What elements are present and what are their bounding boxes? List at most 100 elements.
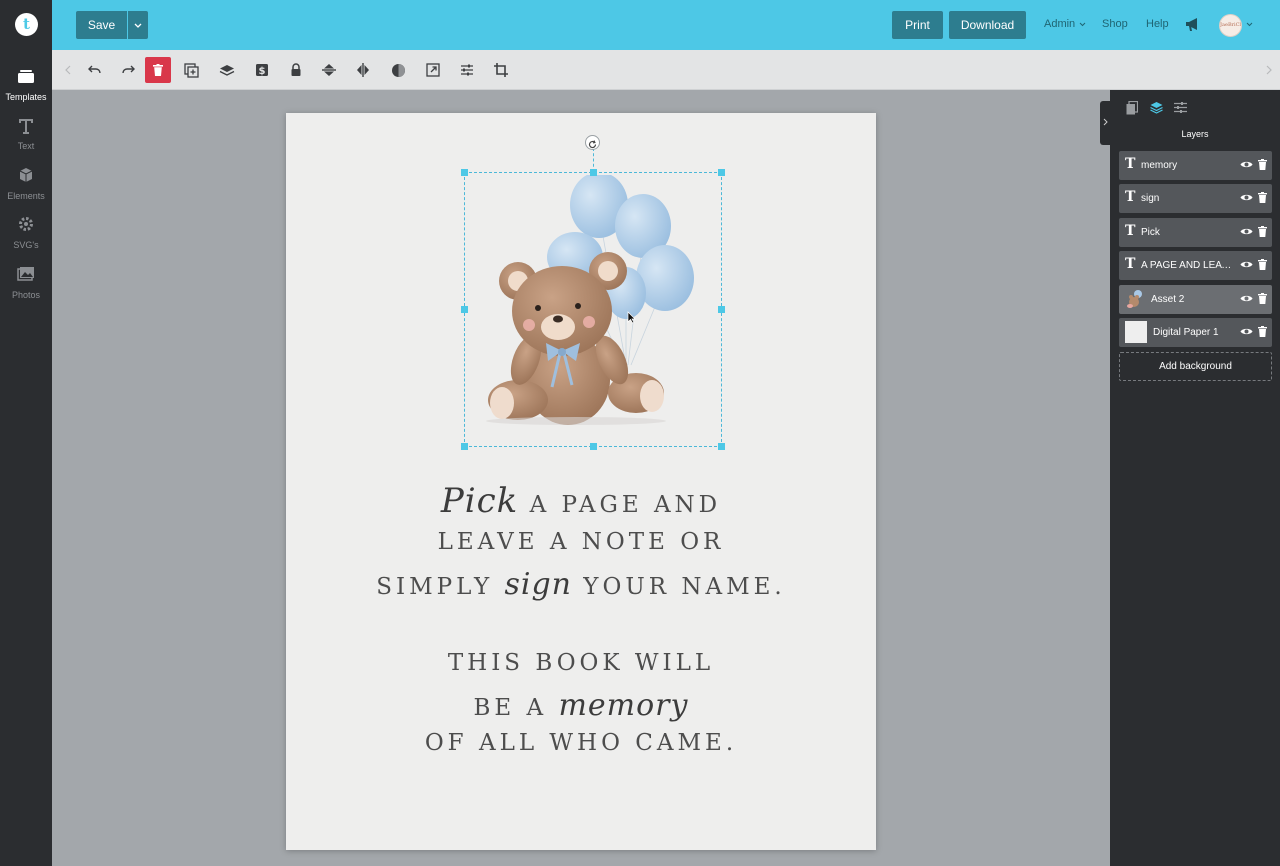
trash-icon[interactable] [1258,326,1267,337]
canvas-line-5[interactable]: BE A memory [286,688,876,723]
price-tag-icon[interactable]: $ [251,59,273,81]
redo-icon[interactable] [117,59,139,81]
resize-icon[interactable] [422,59,444,81]
rail-item-templates[interactable]: Templates [0,62,52,108]
duplicate-icon[interactable] [180,59,202,81]
layer-name: Digital Paper 1 [1153,327,1219,338]
layer-row[interactable]: T sign [1119,184,1272,213]
line-1-text: A PAGE AND [529,492,722,518]
pages-icon[interactable] [1126,101,1138,115]
rail-label: Elements [7,191,45,201]
adjust-icon[interactable] [456,59,478,81]
gear-icon [0,216,52,238]
trash-icon[interactable] [1258,293,1267,304]
rail-item-photos[interactable]: Photos [0,260,52,306]
visibility-eye-icon[interactable] [1240,193,1253,202]
collapse-panel-tab[interactable] [1100,101,1110,145]
mouse-cursor-icon [627,311,636,324]
shop-link[interactable]: Shop [1102,18,1128,30]
visibility-eye-icon[interactable] [1240,327,1253,336]
canvas-line-2[interactable]: LEAVE A NOTE OR [286,529,876,555]
layer-row[interactable]: T memory [1119,151,1272,180]
resize-handle-sw[interactable] [461,443,468,450]
resize-handle-n[interactable] [590,169,597,176]
avatar[interactable]: JaeBriClore [1219,14,1242,37]
photos-icon [0,266,52,288]
flip-horizontal-icon[interactable] [352,59,374,81]
app-logo[interactable]: t [15,13,38,36]
scroll-left-icon[interactable] [57,59,79,81]
trash-icon[interactable] [1258,159,1267,170]
chevron-down-icon [1079,22,1086,27]
download-button[interactable]: Download [949,11,1026,39]
rail-label: SVG's [13,240,39,250]
visibility-eye-icon[interactable] [1240,160,1253,169]
resize-handle-nw[interactable] [461,169,468,176]
selection-box[interactable] [464,172,722,447]
chevron-down-icon [1246,22,1253,27]
visibility-eye-icon[interactable] [1240,227,1253,236]
rotate-handle-icon[interactable] [585,135,600,150]
layer-row-selected[interactable]: Asset 2 [1119,285,1272,314]
layers-icon[interactable] [1150,101,1163,114]
layer-name: A PAGE AND LEAVE A NOTE OR SIMPLY [1141,260,1233,271]
layer-name: sign [1141,193,1160,204]
save-button[interactable]: Save [76,11,127,39]
opacity-icon[interactable] [387,59,409,81]
scroll-right-icon[interactable] [1258,59,1280,81]
lock-icon[interactable] [285,59,307,81]
delete-icon[interactable] [145,57,171,83]
flip-vertical-icon[interactable] [318,59,340,81]
text-layer-icon: T [1125,223,1136,239]
rail-item-elements[interactable]: Elements [0,161,52,207]
panel-title: Layers [1181,129,1209,139]
visibility-eye-icon[interactable] [1240,260,1253,269]
text-icon [0,117,52,139]
layer-row[interactable]: T Pick [1119,218,1272,247]
cube-icon [0,167,52,189]
help-link[interactable]: Help [1146,18,1169,30]
chevron-right-icon [1103,118,1108,126]
resize-handle-w[interactable] [461,306,468,313]
admin-menu[interactable]: Admin [1044,18,1075,30]
trash-icon[interactable] [1258,259,1267,270]
text-layer-icon: T [1125,256,1136,272]
pick-script-text[interactable]: Pick [441,481,518,521]
layer-name: memory [1141,160,1178,171]
trash-icon[interactable] [1258,226,1267,237]
megaphone-icon[interactable] [1185,17,1201,32]
layer-row[interactable]: Digital Paper 1 [1119,318,1272,347]
add-background-button[interactable]: Add background [1119,352,1272,381]
resize-handle-se[interactable] [718,443,725,450]
layer-name: Pick [1141,227,1160,238]
chevron-down-icon [134,23,142,28]
crop-icon[interactable] [490,59,512,81]
settings-sliders-icon[interactable] [1174,101,1187,114]
resize-handle-ne[interactable] [718,169,725,176]
rail-label: Templates [5,92,47,102]
save-options-button[interactable] [128,11,148,39]
memory-script-text[interactable]: memory [558,688,688,723]
text-layer-icon: T [1125,189,1136,205]
sign-script-text[interactable]: sign [504,567,572,602]
canvas-line-1[interactable]: Pick A PAGE AND [286,481,876,521]
layers-order-icon[interactable] [216,59,238,81]
canvas-line-6[interactable]: OF ALL WHO CAME. [286,730,876,756]
rail-item-text[interactable]: Text [0,111,52,157]
svg-text:$: $ [259,66,266,77]
edit-toolbar: $ [52,50,1280,90]
line-3a-text: SIMPLY [376,574,494,600]
canvas-line-4[interactable]: THIS BOOK WILL [286,650,876,676]
rail-item-svgs[interactable]: SVG's [0,210,52,256]
resize-handle-s[interactable] [590,443,597,450]
canvas-line-3[interactable]: SIMPLY sign YOUR NAME. [286,567,876,602]
print-button[interactable]: Print [892,11,943,39]
visibility-eye-icon[interactable] [1240,294,1253,303]
top-bar: Save Print Download Admin Shop Help JaeB… [52,0,1280,50]
bear-thumbnail-icon [1127,290,1142,308]
layer-row[interactable]: T A PAGE AND LEAVE A NOTE OR SIMPLY [1119,251,1272,280]
trash-icon[interactable] [1258,192,1267,203]
text-layer-icon: T [1125,156,1136,172]
resize-handle-e[interactable] [718,306,725,313]
undo-icon[interactable] [84,59,106,81]
